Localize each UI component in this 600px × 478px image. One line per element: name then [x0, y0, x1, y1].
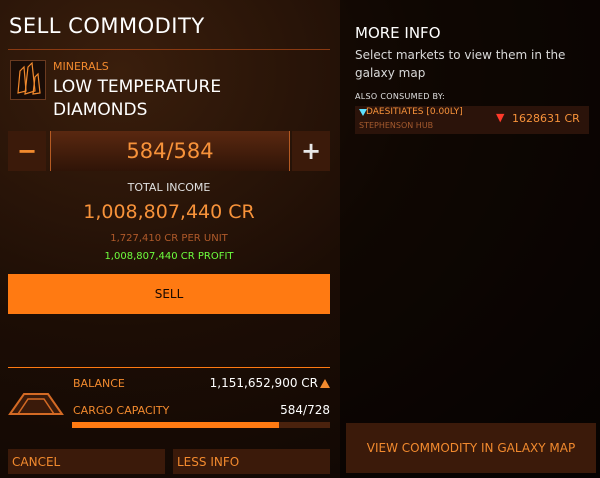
increase-quantity-button[interactable]: +	[292, 131, 330, 171]
quantity-value[interactable]: 584/584	[50, 131, 290, 171]
market-price: 1628631 CR	[512, 112, 580, 125]
credits-icon	[320, 379, 330, 388]
cargo-capacity-value: 584/728	[280, 403, 330, 417]
less-info-button[interactable]: LESS INFO	[173, 449, 330, 474]
more-info-title: MORE INFO	[355, 24, 441, 42]
market-system-name: DAESITIATES [0.00LY]	[366, 107, 463, 117]
more-info-description: Select markets to view them in the galax…	[355, 48, 566, 80]
profit-value: 1,008,807,440 CR PROFIT	[104, 251, 234, 262]
ship-icon	[8, 388, 64, 418]
balance-label: BALANCE	[73, 377, 125, 390]
cargo-capacity-label: CARGO CAPACITY	[73, 404, 170, 417]
total-income-value: 1,008,807,440 CR	[83, 201, 255, 223]
market-list-item[interactable]: DAESITIATES [0.00LY] STEPHENSON HUB ▼ 16…	[355, 106, 589, 134]
crystal-icon	[10, 60, 46, 100]
per-unit-price: 1,727,410 CR PER UNIT	[110, 233, 228, 244]
section-divider	[8, 367, 330, 368]
view-in-galaxy-map-button[interactable]: VIEW COMMODITY IN GALAXY MAP	[346, 423, 596, 473]
quantity-stepper: − 584/584 +	[8, 131, 330, 171]
commodity-category: MINERALS	[53, 60, 109, 73]
balance-amount: 1,151,652,900 CR	[209, 376, 318, 390]
down-arrow-icon: ▼	[496, 111, 505, 124]
decrease-quantity-button[interactable]: −	[8, 131, 46, 171]
sell-button[interactable]: SELL	[8, 274, 330, 314]
cargo-capacity-bar	[72, 422, 330, 428]
market-station-name: STEPHENSON HUB	[359, 121, 434, 130]
total-income-label: TOTAL INCOME	[127, 181, 211, 194]
cargo-capacity-fill	[72, 422, 279, 428]
title-divider	[8, 49, 330, 50]
commodity-name-line2: DIAMONDS	[53, 100, 148, 120]
also-consumed-label: ALSO CONSUMED BY:	[355, 92, 445, 101]
commodity-name-line1: LOW TEMPERATURE	[53, 77, 222, 97]
balance-value: 1,151,652,900 CR	[190, 376, 330, 390]
page-title: SELL COMMODITY	[9, 14, 205, 38]
cancel-button[interactable]: CANCEL	[8, 449, 165, 474]
commodity-name: LOW TEMPERATURE DIAMONDS	[53, 76, 221, 122]
